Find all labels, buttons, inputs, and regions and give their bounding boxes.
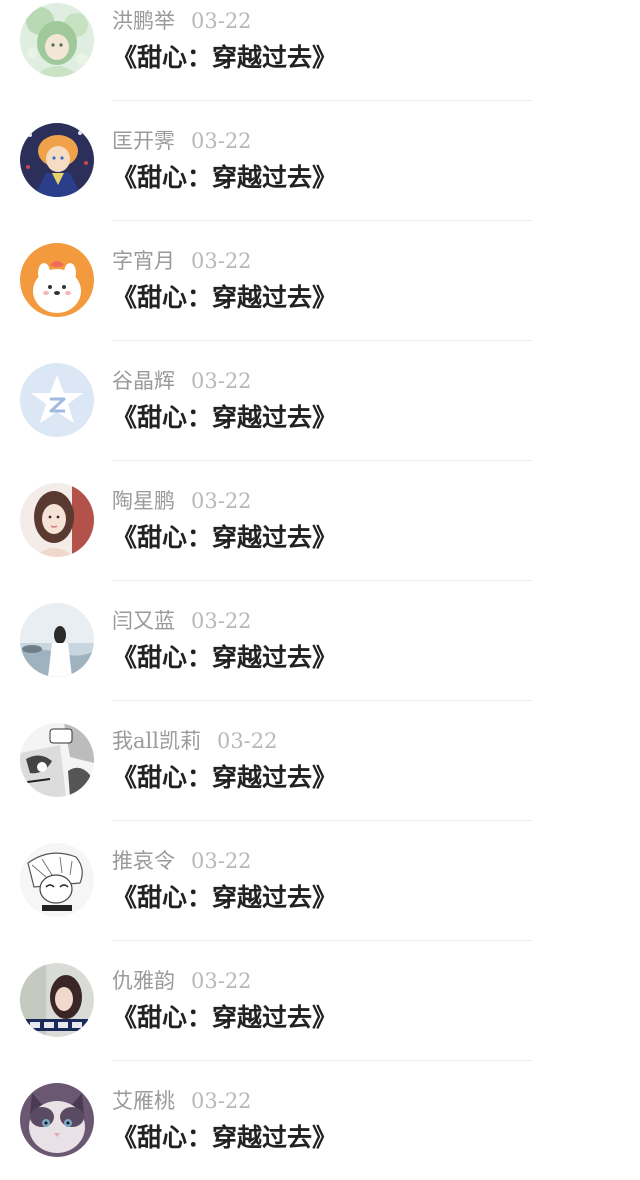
list-item[interactable]: 谷晶辉 03-22 《甜心：穿越过去》 xyxy=(0,360,640,480)
user-name[interactable]: 陶星鹏 xyxy=(112,489,175,513)
item-meta: 闫又蓝 03-22 xyxy=(112,606,252,636)
book-title[interactable]: 《甜心：穿越过去》 xyxy=(112,1120,337,1156)
user-name[interactable]: 洪鹏举 xyxy=(112,9,175,33)
post-date: 03-22 xyxy=(191,1089,252,1113)
item-meta: 谷晶辉 03-22 xyxy=(112,366,252,396)
item-meta: 推哀令 03-22 xyxy=(112,846,252,876)
user-name[interactable]: 闫又蓝 xyxy=(112,609,175,633)
divider xyxy=(112,940,532,941)
item-meta: 陶星鹏 03-22 xyxy=(112,486,252,516)
book-title[interactable]: 《甜心：穿越过去》 xyxy=(112,160,337,196)
divider xyxy=(112,1060,532,1061)
avatar[interactable] xyxy=(20,123,94,197)
post-date: 03-22 xyxy=(191,489,252,513)
list-item[interactable]: 推哀令 03-22 《甜心：穿越过去》 xyxy=(0,840,640,960)
user-name[interactable]: 艾雁桃 xyxy=(112,1089,175,1113)
book-title[interactable]: 《甜心：穿越过去》 xyxy=(112,1000,337,1036)
item-meta: 匡开霁 03-22 xyxy=(112,126,252,156)
list-item[interactable]: 艾雁桃 03-22 《甜心：穿越过去》 xyxy=(0,1080,640,1180)
post-date: 03-22 xyxy=(216,729,278,753)
avatar[interactable] xyxy=(20,963,94,1037)
post-date: 03-22 xyxy=(191,969,252,993)
manga-sketch-avatar-icon xyxy=(20,843,94,917)
divider xyxy=(112,820,532,821)
item-meta: 字宵月 03-22 xyxy=(112,246,252,276)
avatar[interactable] xyxy=(20,843,94,917)
post-date: 03-22 xyxy=(191,129,252,153)
divider xyxy=(112,340,532,341)
list-item[interactable]: 闫又蓝 03-22 《甜心：穿越过去》 xyxy=(0,600,640,720)
anime-orange-hair-avatar-icon xyxy=(20,123,94,197)
item-meta: 我all凯莉 03-22 xyxy=(112,726,278,756)
divider xyxy=(112,220,532,221)
anime-green-hair-avatar-icon xyxy=(20,3,94,77)
girl-portrait-avatar-icon xyxy=(20,483,94,557)
divider xyxy=(112,700,532,701)
post-date: 03-22 xyxy=(191,9,252,33)
book-title[interactable]: 《甜心：穿越过去》 xyxy=(112,400,337,436)
book-title[interactable]: 《甜心：穿越过去》 xyxy=(112,280,337,316)
divider xyxy=(112,580,532,581)
cartoon-bunny-avatar-icon xyxy=(20,243,94,317)
book-title[interactable]: 《甜心：穿越过去》 xyxy=(112,640,337,676)
avatar[interactable] xyxy=(20,603,94,677)
avatar[interactable] xyxy=(20,243,94,317)
post-date: 03-22 xyxy=(191,849,252,873)
list-item[interactable]: 我all凯莉 03-22 《甜心：穿越过去》 xyxy=(0,720,640,840)
book-title[interactable]: 《甜心：穿越过去》 xyxy=(112,40,337,76)
list-item[interactable]: 字宵月 03-22 《甜心：穿越过去》 xyxy=(0,240,640,360)
list-item[interactable]: 匡开霁 03-22 《甜心：穿越过去》 xyxy=(0,120,640,240)
default-star-avatar-icon xyxy=(20,363,94,437)
item-meta: 洪鹏举 03-22 xyxy=(112,6,252,36)
avatar[interactable] xyxy=(20,3,94,77)
post-date: 03-22 xyxy=(191,369,252,393)
avatar[interactable] xyxy=(20,363,94,437)
user-name[interactable]: 匡开霁 xyxy=(112,129,175,153)
user-name[interactable]: 推哀令 xyxy=(112,849,175,873)
item-meta: 艾雁桃 03-22 xyxy=(112,1086,252,1116)
manga-panel-avatar-icon xyxy=(20,723,94,797)
divider xyxy=(112,460,532,461)
post-date: 03-22 xyxy=(191,609,252,633)
cat-avatar-icon xyxy=(20,1083,94,1157)
user-name[interactable]: 字宵月 xyxy=(112,249,175,273)
book-title[interactable]: 《甜心：穿越过去》 xyxy=(112,760,337,796)
feed-list: 洪鹏举 03-22 《甜心：穿越过去》 匡开霁 03-22 《甜心：穿越过去》 … xyxy=(0,0,640,1180)
item-meta: 仇雅韵 03-22 xyxy=(112,966,252,996)
avatar[interactable] xyxy=(20,1083,94,1157)
user-name[interactable]: 我all凯莉 xyxy=(112,729,201,753)
book-title[interactable]: 《甜心：穿越过去》 xyxy=(112,520,337,556)
book-title[interactable]: 《甜心：穿越过去》 xyxy=(112,880,337,916)
list-item[interactable]: 仇雅韵 03-22 《甜心：穿越过去》 xyxy=(0,960,640,1080)
avatar[interactable] xyxy=(20,723,94,797)
user-name[interactable]: 谷晶辉 xyxy=(112,369,175,393)
list-item[interactable]: 陶星鹏 03-22 《甜心：穿越过去》 xyxy=(0,480,640,600)
user-name[interactable]: 仇雅韵 xyxy=(112,969,175,993)
list-item[interactable]: 洪鹏举 03-22 《甜心：穿越过去》 xyxy=(0,0,640,120)
girl-photo-avatar-icon xyxy=(20,963,94,1037)
avatar[interactable] xyxy=(20,483,94,557)
post-date: 03-22 xyxy=(191,249,252,273)
divider xyxy=(112,100,532,101)
girl-seaside-avatar-icon xyxy=(20,603,94,677)
